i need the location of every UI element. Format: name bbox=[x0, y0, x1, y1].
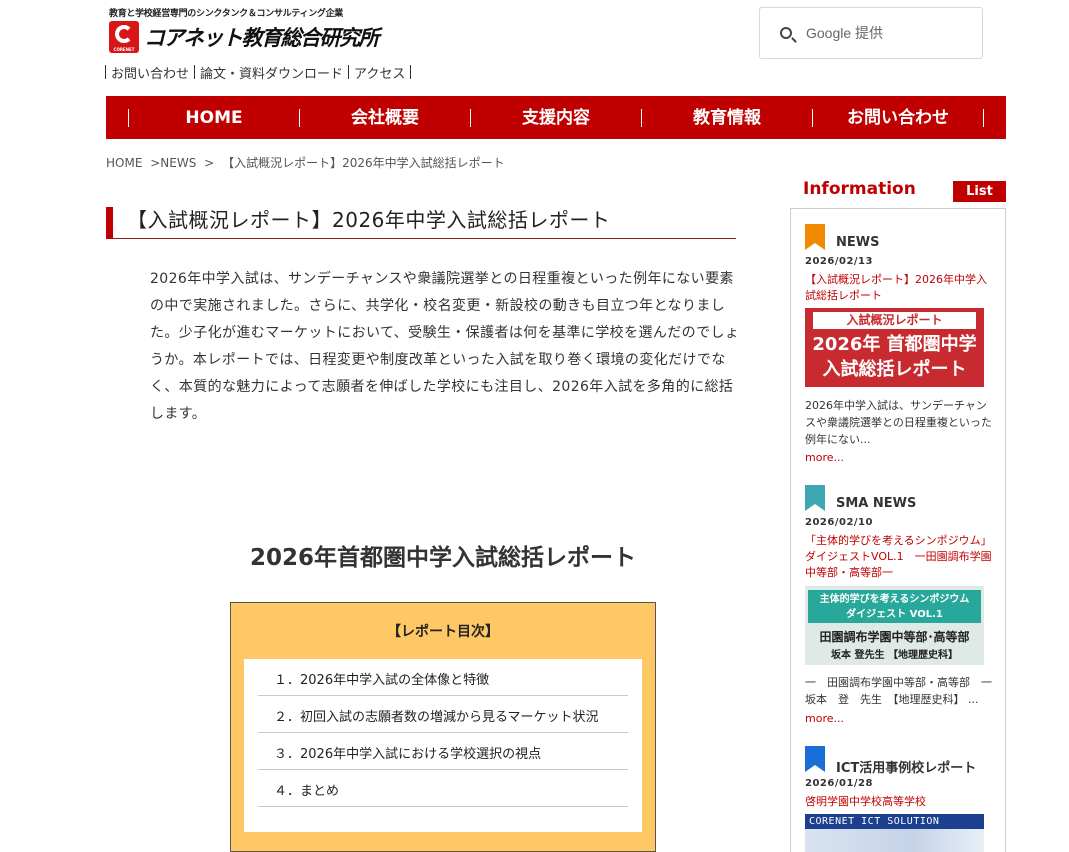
bookmark-icon bbox=[805, 224, 825, 250]
breadcrumb-home[interactable]: HOME bbox=[106, 156, 142, 170]
page-title: 【入試概況レポート】2026年中学入試総括レポート bbox=[127, 208, 611, 232]
section-date: 2026/02/10 bbox=[805, 517, 873, 528]
news-thumbnail[interactable]: 入試概況レポート 2026年 首都圏中学 入試総括レポート bbox=[805, 308, 984, 387]
thumb-person: 坂本 登先生 【地理歴史科】 bbox=[831, 650, 958, 661]
section-label: SMA NEWS bbox=[836, 496, 917, 511]
nav-item-contact[interactable]: お問い合わせ bbox=[812, 108, 984, 127]
sma-thumbnail[interactable]: 主体的学びを考えるシンポジウム ダイジェスト VOL.1 田園調布学園中等部･高… bbox=[805, 586, 984, 665]
report-heading: 2026年首都圏中学入試総括レポート bbox=[249, 545, 636, 571]
sidebar-section-ict: ICT活用事例校レポート 2026/01/28 啓明学園中学校高等学校 CORE… bbox=[805, 746, 995, 852]
thumb-line: 入試総括レポート bbox=[822, 359, 967, 380]
more-link[interactable]: more... bbox=[805, 451, 844, 464]
thumb-band-line: ダイジェスト VOL.1 bbox=[846, 609, 943, 620]
divider bbox=[105, 65, 106, 79]
nav-item-company[interactable]: 会社概要 bbox=[299, 108, 470, 127]
bookmark-icon bbox=[805, 485, 825, 511]
toc-item[interactable]: ４．まとめ bbox=[258, 770, 628, 807]
section-label: NEWS bbox=[836, 235, 880, 250]
search-icon[interactable] bbox=[780, 27, 792, 39]
bookmark-icon bbox=[805, 746, 825, 772]
toc-item[interactable]: ３．2026年中学入試における学校選択の視点 bbox=[258, 733, 628, 770]
logo-name: コアネット教育総合研究所 bbox=[144, 26, 380, 50]
thumb-top-label: 入試概況レポート bbox=[813, 312, 976, 329]
thumb-main-text: 2026年 首都圏中学 入試総括レポート bbox=[807, 332, 982, 382]
breadcrumb-current: 【入試概況レポート】2026年中学入試総括レポート bbox=[222, 156, 505, 170]
article-lead: 2026年中学入試は、サンデーチャンスや衆議院選挙との日程重複といった例年にない… bbox=[150, 271, 740, 422]
site-search bbox=[759, 7, 983, 59]
breadcrumb-news[interactable]: >NEWS bbox=[150, 156, 196, 170]
nav-item-services[interactable]: 支援内容 bbox=[470, 108, 641, 127]
util-link-download[interactable]: 論文・資料ダウンロード bbox=[200, 63, 343, 82]
section-date: 2026/01/28 bbox=[805, 778, 873, 789]
thumb-band-line: 主体的学びを考えるシンポジウム bbox=[819, 594, 970, 605]
thumb-school: 田園調布学園中等部･高等部 bbox=[819, 630, 970, 644]
section-description: 一 田園調布学園中等部・高等部 一 坂本 登 先生 【地理歴史科】 ... bbox=[805, 676, 1003, 706]
toc-item[interactable]: １．2026年中学入試の全体像と特徴 bbox=[258, 659, 628, 696]
toc-title: 【レポート目次】 bbox=[387, 624, 499, 640]
thumb-line: 2026年 首都圏中学 bbox=[812, 334, 977, 355]
list-button[interactable]: List bbox=[953, 181, 1006, 202]
util-link-access[interactable]: アクセス bbox=[354, 63, 405, 82]
logo-mark-icon: CORENET bbox=[109, 21, 139, 53]
breadcrumb: HOME >NEWS > 【入試概況レポート】2026年中学入試総括レポート bbox=[106, 154, 509, 171]
logo-mark-text: CORENET bbox=[113, 47, 135, 52]
more-link[interactable]: more... bbox=[805, 712, 844, 725]
section-link[interactable]: 啓明学園中学校高等学校 bbox=[805, 794, 995, 810]
sidebar-title: Information bbox=[803, 179, 916, 199]
breadcrumb-separator: > bbox=[204, 156, 215, 170]
utility-links: お問い合わせ 論文・資料ダウンロード アクセス bbox=[105, 63, 416, 82]
section-link[interactable]: 「主体的学びを考えるシンポジウム」ダイジェストVOL.1 一田園調布学園中等部・… bbox=[805, 533, 995, 581]
sidebar-section-sma-news: SMA NEWS 2026/02/10 「主体的学びを考えるシンポジウム」ダイジ… bbox=[805, 485, 1003, 725]
nav-item-home[interactable]: HOME bbox=[128, 108, 299, 127]
section-description: 2026年中学入試は、サンデーチャンスや衆議院選挙との日程重複といった例年にない… bbox=[805, 399, 992, 446]
thumb-photo bbox=[805, 829, 984, 852]
section-date: 2026/02/13 bbox=[805, 256, 873, 267]
sidebar-section-news: NEWS 2026/02/13 【入試概況レポート】2026年中学入試総括レポー… bbox=[805, 224, 995, 464]
thumb-band: 主体的学びを考えるシンポジウム ダイジェスト VOL.1 bbox=[808, 590, 981, 623]
toc-list: １．2026年中学入試の全体像と特徴 ２．初回入試の志願者数の増減から見るマーケ… bbox=[244, 659, 642, 832]
divider bbox=[348, 65, 350, 79]
global-nav: HOME 会社概要 支援内容 教育情報 お問い合わせ bbox=[106, 96, 1006, 139]
nav-item-education-info[interactable]: 教育情報 bbox=[641, 108, 812, 127]
site-logo[interactable]: 教育と学校経営専門のシンクタンク＆コンサルティング企業 CORENET コアネッ… bbox=[109, 6, 380, 56]
section-label: ICT活用事例校レポート bbox=[836, 761, 977, 776]
toc-item[interactable]: ２．初回入試の志願者数の増減から見るマーケット状況 bbox=[258, 696, 628, 733]
logo-tagline: 教育と学校経営専門のシンクタンク＆コンサルティング企業 bbox=[109, 9, 344, 19]
divider bbox=[194, 65, 196, 79]
divider bbox=[410, 65, 412, 79]
article-title-bar: 【入試概況レポート】2026年中学入試総括レポート bbox=[106, 207, 736, 239]
search-input[interactable] bbox=[806, 21, 966, 45]
util-link-contact[interactable]: お問い合わせ bbox=[111, 63, 189, 82]
section-link[interactable]: 【入試概況レポート】2026年中学入試総括レポート bbox=[805, 272, 995, 304]
ict-thumbnail[interactable]: CORENET ICT SOLUTION bbox=[805, 814, 984, 852]
report-toc: 【レポート目次】 １．2026年中学入試の全体像と特徴 ２．初回入試の志願者数の… bbox=[230, 602, 656, 852]
thumb-head: CORENET ICT SOLUTION bbox=[809, 816, 940, 827]
